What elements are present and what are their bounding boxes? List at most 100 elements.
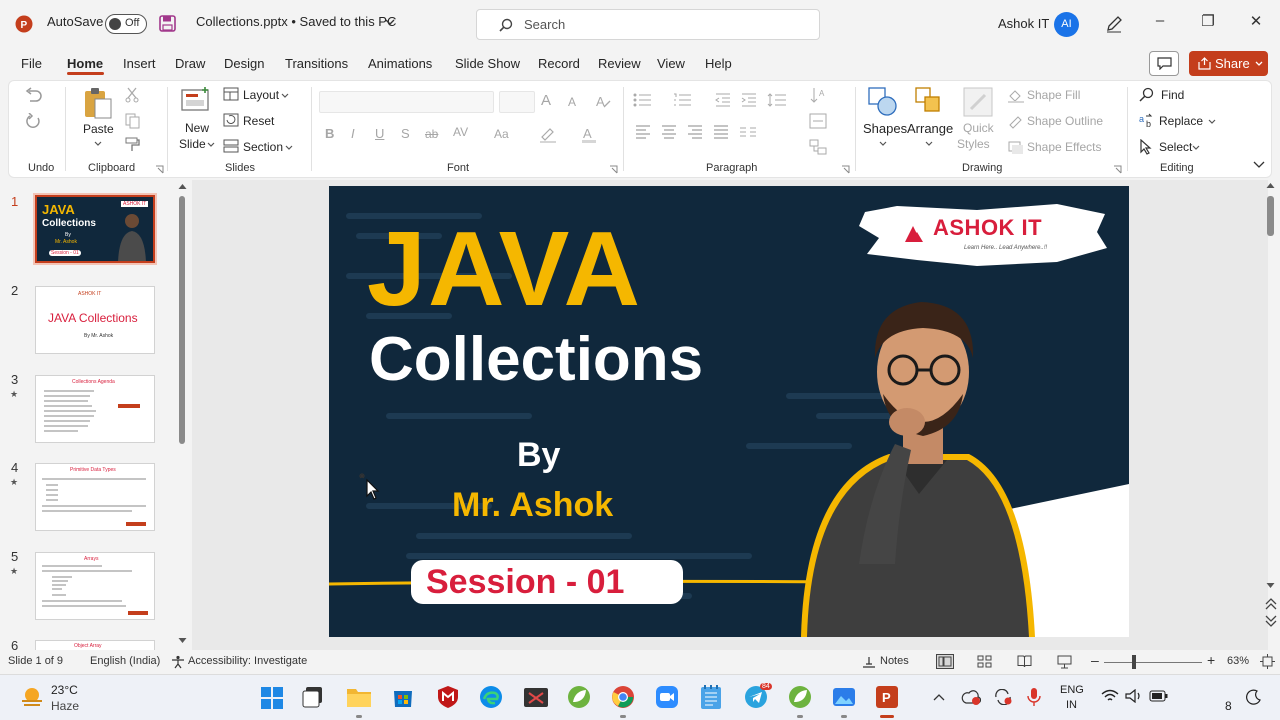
slide-thumbnail-3[interactable]: Collections Agenda	[35, 375, 155, 443]
font-name-combo[interactable]	[319, 91, 494, 113]
columns-icon[interactable]	[739, 125, 757, 139]
previous-slide-icon[interactable]	[1265, 598, 1277, 610]
quick-styles-label-2[interactable]: Styles	[957, 137, 990, 151]
file-explorer-icon[interactable]	[346, 686, 372, 708]
align-center-icon[interactable]	[661, 125, 677, 139]
new-slide-label-2[interactable]: Slide	[179, 137, 206, 151]
tab-animations[interactable]: Animations	[368, 56, 432, 71]
text-direction-icon[interactable]: A	[809, 87, 827, 103]
shapes-icon[interactable]	[868, 87, 898, 117]
notes-button[interactable]: Notes	[880, 655, 909, 667]
tab-review[interactable]: Review	[598, 56, 641, 71]
format-painter-icon[interactable]	[125, 137, 141, 153]
weather-haze-icon[interactable]	[20, 685, 44, 709]
sync-icon[interactable]	[993, 689, 1013, 705]
shape-outline-icon[interactable]	[1008, 115, 1024, 129]
bullets-icon[interactable]	[633, 93, 653, 107]
tab-view[interactable]: View	[657, 56, 685, 71]
section-icon[interactable]	[223, 139, 239, 153]
clock-fragment[interactable]: 8	[1225, 699, 1232, 713]
tab-insert[interactable]: Insert	[123, 56, 156, 71]
align-right-icon[interactable]	[687, 125, 703, 139]
snipping-tool-icon[interactable]	[523, 685, 549, 709]
fit-to-window-icon[interactable]	[1260, 654, 1275, 669]
collapse-ribbon-icon[interactable]	[1253, 161, 1265, 169]
tab-home[interactable]: Home	[67, 56, 103, 71]
dialog-launcher-icon[interactable]	[155, 165, 164, 174]
chevron-up-icon[interactable]	[933, 693, 945, 701]
line-spacing-icon[interactable]	[767, 93, 787, 107]
slide-author-text[interactable]: Mr. Ashok	[452, 488, 613, 522]
notes-icon[interactable]	[862, 656, 876, 668]
font-color-icon[interactable]: A	[581, 125, 597, 143]
shrink-font-button[interactable]: A	[568, 95, 576, 109]
shape-effects-label[interactable]: Shape Effects	[1027, 140, 1102, 154]
find-label[interactable]: Find	[1161, 88, 1184, 102]
chevron-down-icon[interactable]	[207, 142, 215, 148]
slide-show-icon[interactable]	[1057, 655, 1072, 669]
photos-icon[interactable]	[832, 685, 856, 709]
zoom-app-icon[interactable]	[655, 685, 679, 709]
tab-file[interactable]: File	[21, 56, 42, 71]
copy-icon[interactable]	[125, 113, 141, 129]
chevron-down-icon[interactable]	[879, 141, 887, 147]
microsoft-store-icon[interactable]	[391, 685, 415, 709]
new-slide-icon[interactable]	[181, 87, 211, 113]
avatar[interactable]: AI	[1054, 12, 1079, 37]
select-label[interactable]: Select	[1159, 140, 1192, 154]
windows-start-icon[interactable]	[260, 686, 284, 710]
cloud-sync-icon[interactable]	[961, 689, 981, 705]
change-case-button[interactable]: Aa	[494, 127, 509, 141]
slide-session-pill[interactable]: Session - 01	[411, 560, 683, 604]
tab-slide-show[interactable]: Slide Show	[455, 56, 520, 71]
input-language-bottom[interactable]: IN	[1066, 699, 1077, 711]
comments-button[interactable]	[1149, 51, 1179, 76]
scroll-up-arrow-icon[interactable]	[178, 183, 187, 190]
slide-title-collections[interactable]: Collections	[369, 329, 703, 391]
bold-button[interactable]: B	[325, 126, 334, 141]
chevron-down-icon[interactable]	[1208, 119, 1216, 125]
new-slide-label[interactable]: New	[185, 121, 209, 135]
slide-thumbnail-5[interactable]: Arrays	[35, 552, 155, 620]
clear-formatting-icon[interactable]: A	[595, 93, 611, 109]
shadow-button[interactable]: S	[401, 126, 410, 141]
accessibility-status[interactable]: Accessibility: Investigate	[188, 655, 307, 667]
quick-styles-icon[interactable]	[963, 87, 993, 117]
dialog-launcher-icon[interactable]	[841, 165, 850, 174]
slide-thumbnail-6[interactable]: Object Array	[35, 640, 155, 650]
volume-icon[interactable]	[1125, 689, 1143, 703]
numbering-icon[interactable]	[673, 93, 693, 107]
scroll-down-arrow-icon[interactable]	[1266, 582, 1275, 589]
spring-tool-icon[interactable]	[567, 685, 591, 709]
weather-temperature[interactable]: 23°C	[51, 683, 78, 697]
thumbnail-scrollbar-thumb[interactable]	[179, 196, 185, 444]
search-box[interactable]: Search	[476, 9, 820, 40]
layout-label[interactable]: Layout	[243, 88, 279, 102]
spring-boot-icon[interactable]	[788, 685, 812, 709]
shapes-label[interactable]: Shapes	[863, 121, 907, 136]
tab-transitions[interactable]: Transitions	[285, 56, 348, 71]
decrease-indent-icon[interactable]	[715, 93, 731, 107]
canvas-scrollbar-thumb[interactable]	[1267, 196, 1274, 236]
replace-icon[interactable]: ab	[1139, 113, 1155, 128]
dialog-launcher-icon[interactable]	[1113, 165, 1122, 174]
restore-icon[interactable]: ❐	[1193, 12, 1223, 36]
chrome-browser-icon[interactable]	[611, 685, 635, 709]
chevron-down-icon[interactable]	[385, 19, 395, 26]
undo-icon[interactable]	[24, 87, 42, 103]
tab-record[interactable]: Record	[538, 56, 580, 71]
shape-outline-label[interactable]: Shape Outline	[1027, 114, 1103, 128]
find-icon[interactable]	[1139, 87, 1154, 102]
font-size-combo[interactable]	[499, 91, 535, 113]
arrange-icon[interactable]	[915, 87, 945, 117]
shape-effects-icon[interactable]	[1008, 141, 1024, 155]
reset-icon[interactable]	[223, 113, 239, 127]
slide-by-text[interactable]: By	[517, 438, 560, 472]
slide-thumbnail-4[interactable]: Primitive Data Types	[35, 463, 155, 531]
section-label[interactable]: Section	[243, 140, 283, 154]
underline-button[interactable]: U	[375, 126, 384, 141]
chevron-down-icon[interactable]	[94, 141, 102, 147]
chevron-down-icon[interactable]	[925, 141, 933, 147]
language-indicator[interactable]: English (India)	[90, 655, 160, 667]
chevron-down-icon[interactable]	[281, 93, 289, 99]
